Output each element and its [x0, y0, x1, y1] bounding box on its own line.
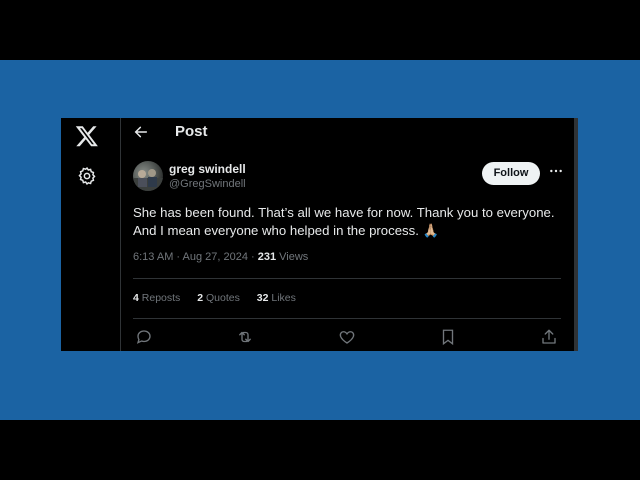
letterbox-top	[0, 0, 640, 60]
engagement-stats: 4 Reposts 2 Quotes 32 Likes	[133, 292, 310, 304]
reply-icon[interactable]	[135, 328, 153, 346]
post-detail: Post greg swindell @GregSwindell Follow …	[121, 118, 574, 351]
reposts-stat[interactable]: 4 Reposts	[133, 292, 180, 304]
post-meta: 6:13 AM · Aug 27, 2024 · 231 Views	[133, 251, 308, 263]
quotes-stat[interactable]: 2 Quotes	[197, 292, 240, 304]
x-logo-icon[interactable]	[75, 124, 99, 148]
divider	[133, 318, 561, 319]
divider	[133, 278, 561, 279]
sidebar	[61, 118, 121, 351]
author-handle[interactable]: @GregSwindell	[169, 178, 246, 190]
back-arrow-icon[interactable]	[133, 124, 149, 140]
bookmark-icon[interactable]	[439, 328, 457, 346]
views-count: 231	[257, 251, 277, 263]
author-name[interactable]: greg swindell	[169, 162, 246, 176]
gear-icon[interactable]	[77, 166, 97, 186]
page-title: Post	[175, 123, 208, 140]
repost-icon[interactable]	[236, 328, 254, 346]
post-text-line-2: And I mean everyone who helped in the pr…	[133, 223, 439, 238]
share-icon[interactable]	[540, 328, 558, 346]
views-label: Views	[276, 251, 309, 263]
more-options-icon[interactable]	[548, 163, 564, 179]
post-text-line-1: She has been found. That’s all we have f…	[133, 205, 555, 220]
scrollbar[interactable]	[574, 118, 578, 351]
likes-stat[interactable]: 32 Likes	[257, 292, 296, 304]
follow-button[interactable]: Follow	[482, 162, 540, 185]
like-icon[interactable]	[338, 328, 356, 346]
avatar[interactable]	[133, 161, 163, 191]
x-post-window: Post greg swindell @GregSwindell Follow …	[61, 118, 578, 351]
post-timestamp[interactable]: 6:13 AM · Aug 27, 2024 ·	[133, 251, 258, 263]
letterbox-bottom	[0, 420, 640, 480]
post-text: She has been found. That’s all we have f…	[133, 204, 563, 240]
